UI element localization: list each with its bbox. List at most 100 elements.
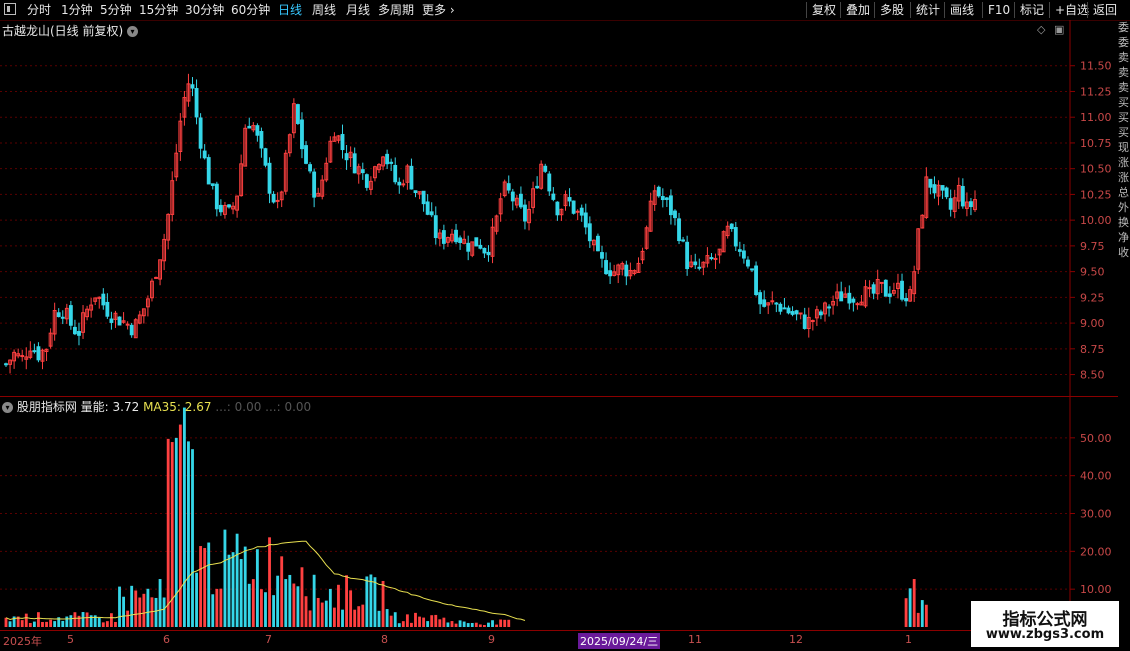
price-tick-label: 9.00 [1080,317,1105,330]
volume-bar [69,615,73,627]
volume-bar [223,529,227,627]
volume-bar [166,438,170,627]
volume-bar [393,612,397,627]
candle-body [778,303,783,312]
date-label: 2025/09/24/三 [578,633,661,649]
volume-bar [284,579,288,627]
volume-bar [414,612,417,627]
date-label: 9 [488,633,495,646]
volume-bar [357,606,361,627]
date-label: 5 [67,633,74,646]
candle-body [60,316,65,319]
candle-body [255,125,260,136]
candle-body [762,299,767,307]
kline-chart[interactable]: 11.50 11.25 11.00 10.75 10.50 10.25 10.00 9.75 9… [0,0,1118,630]
candle-body [587,223,592,242]
volume-bar [296,586,300,627]
price-tick-label: 9.25 [1080,291,1105,304]
date-label: 2025年 [3,635,42,648]
volume-bar [142,593,146,627]
volume-bar [138,597,142,627]
candle-body [259,131,264,149]
volume-tick-label: 40.00 [1080,470,1112,483]
candle-body [263,148,268,166]
volume-bar [45,621,48,627]
candle-body [227,204,231,208]
candle-body [729,223,734,230]
candle-body [758,292,763,305]
date-label: 12 [789,633,803,646]
volume-bar [365,576,369,627]
date-label: 1 [905,633,912,646]
candle-body [535,185,540,189]
price-tick-label: 9.50 [1080,266,1105,279]
volume-bar [272,595,276,627]
chevron-down-icon[interactable]: ▾ [2,402,13,413]
candle-body [608,270,613,277]
volume-tick-label: 30.00 [1080,508,1112,521]
volume-bar [397,623,401,627]
candle-body [202,150,207,159]
watermark-url: www.zbgs3.com [985,627,1105,642]
candle-body [393,164,398,183]
candle-body [883,279,888,297]
candle-body [506,183,511,191]
candle-body [364,174,369,188]
volume-bar [507,619,511,627]
price-tick-label: 9.75 [1080,240,1105,253]
volume-bar [118,586,121,627]
candle-body [340,133,345,151]
volume-bar [312,574,316,627]
price-tick-label: 11.25 [1080,85,1112,98]
candle-body [441,230,446,244]
volume-bar [916,612,920,627]
indicator-name: 股朋指标网 [16,400,77,414]
volume-bar [126,610,130,627]
candle-body [746,259,750,267]
volume-bar [146,588,150,627]
side-panel-strip[interactable]: 委委卖卖卖买买买现涨涨总外换净收 [1118,20,1130,630]
volume-bar [487,622,490,627]
candle-body [271,193,276,203]
candle-body [154,276,158,279]
volume-bar [320,602,324,627]
candle-body [425,201,430,215]
volume-bar [280,556,284,627]
candle-body [206,157,211,185]
candle-body [551,193,556,200]
volume-bar [268,537,271,627]
volume-bar [73,612,77,627]
candle-body [754,265,758,296]
volume-bar [495,624,499,627]
candle-body [518,193,523,208]
candle-body [304,145,308,164]
volume-bar [219,588,223,627]
candle-body [295,104,300,124]
volume-bar [369,574,373,627]
candle-body [267,162,272,194]
volume-bar [97,617,101,627]
candle-body [429,211,434,216]
volume-bar [251,579,255,627]
candle-body [312,171,317,198]
volume-bar [373,577,377,627]
candle-body [567,197,572,202]
candle-body [101,293,106,306]
date-label: 7 [265,633,272,646]
candle-body [810,320,815,323]
price-tick-label: 10.50 [1080,163,1112,176]
volume-bar [85,612,89,627]
candle-body [117,316,122,326]
candle-body [851,298,856,303]
volume-bar [114,621,117,627]
volume-bar [178,424,182,627]
candle-body [879,281,884,284]
volume-bar [154,597,158,627]
volume-bar [255,549,259,627]
extra-value: ...: 0.00 ...: 0.00 [215,400,312,414]
candle-body [4,363,8,366]
volume-bar [410,622,413,627]
candle-body [669,195,673,216]
date-label: 8 [381,633,388,646]
candle-body [36,346,41,361]
